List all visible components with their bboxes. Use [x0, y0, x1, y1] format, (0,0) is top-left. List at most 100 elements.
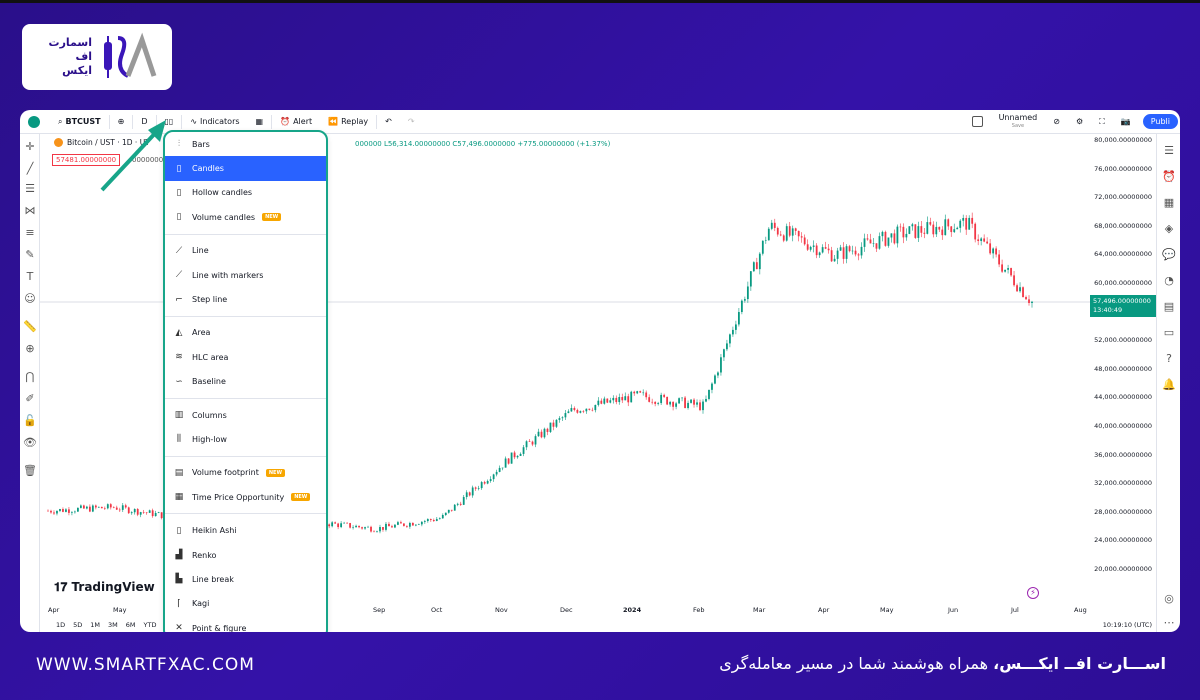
notes-icon[interactable]: ▭: [1162, 326, 1176, 340]
menu-item-renko[interactable]: ▟ Renko: [165, 543, 326, 567]
candle: [82, 504, 85, 509]
candle: [74, 510, 76, 514]
candle: [833, 255, 836, 262]
watchlist-icon[interactable]: ☰: [1162, 144, 1176, 158]
help-icon[interactable]: ?: [1162, 352, 1176, 366]
layers-icon[interactable]: ◈: [1162, 222, 1176, 236]
candle: [489, 476, 492, 483]
trend-line-icon[interactable]: ╱: [23, 162, 37, 176]
notifications-icon[interactable]: 🔔: [1162, 378, 1176, 392]
menu-item-heikin-ashi[interactable]: ▯ Heikin Ashi: [165, 518, 326, 542]
redo-button[interactable]: ↷: [400, 110, 423, 134]
bitcoin-icon: [54, 138, 63, 147]
candle: [1016, 283, 1018, 292]
lock-icon[interactable]: 🔓: [23, 414, 37, 428]
candle: [944, 214, 947, 236]
crosshair-icon[interactable]: ✛: [23, 140, 37, 154]
account-avatar[interactable]: [20, 110, 50, 134]
undo-button[interactable]: ↶: [377, 110, 400, 134]
menu-item-step-line[interactable]: ⌐ Step line: [165, 287, 326, 311]
range-6m[interactable]: 6M: [126, 621, 136, 629]
alerts-icon[interactable]: ⏰: [1162, 170, 1176, 184]
layout-toggle[interactable]: [964, 110, 991, 134]
menu-item-hollow-candles[interactable]: ▯ Hollow candles: [165, 181, 326, 205]
candle: [672, 401, 674, 411]
data-window-icon[interactable]: ▦: [1162, 196, 1176, 210]
candle: [678, 397, 680, 404]
menu-item-bars[interactable]: ⫶ Bars: [165, 132, 326, 156]
layout-menu[interactable]: Unnamed Save: [991, 110, 1046, 134]
horizontal-lines-icon[interactable]: ☰: [23, 182, 37, 196]
brush-icon[interactable]: ✎: [23, 248, 37, 262]
menu-item-line-markers[interactable]: ⟋ Line with markers: [165, 263, 326, 287]
candle: [749, 271, 752, 291]
candle: [576, 408, 579, 414]
chat-icon[interactable]: 💬: [1162, 248, 1176, 262]
calendar-icon[interactable]: ▤: [1162, 300, 1176, 314]
lock-drawing-icon[interactable]: ✐: [23, 392, 37, 406]
trash-icon[interactable]: 🗑: [23, 464, 37, 478]
menu-item-tpo[interactable]: ▦ Time Price Opportunity NEW: [165, 485, 326, 509]
pitchfork-icon[interactable]: ⋈: [23, 204, 37, 218]
menu-item-line[interactable]: ⟋ Line: [165, 239, 326, 263]
candle: [1004, 269, 1006, 273]
candle: [432, 518, 435, 522]
candle: [974, 222, 977, 243]
candle: [666, 396, 669, 406]
logo-line-2: اف: [75, 50, 92, 63]
candle: [914, 224, 917, 239]
more-icon[interactable]: ⋯: [1162, 616, 1176, 630]
menu-item-area[interactable]: ◭ Area: [165, 321, 326, 345]
settings-button[interactable]: ⚙: [1068, 110, 1091, 134]
candle: [486, 479, 489, 485]
ruler-icon[interactable]: 📏: [23, 320, 37, 334]
zoom-icon[interactable]: ⊕: [23, 342, 37, 356]
replay-button[interactable]: ⏪ Replay: [320, 110, 376, 134]
fib-icon[interactable]: ≡: [23, 226, 37, 240]
replay-label: Replay: [341, 117, 369, 126]
candle: [346, 522, 348, 524]
range-ytd[interactable]: YTD: [144, 621, 157, 629]
menu-item-label: Area: [192, 328, 211, 338]
support-icon[interactable]: ◎: [1162, 592, 1176, 606]
menu-item-hlc-area[interactable]: ≋ HLC area: [165, 345, 326, 369]
quick-search-button[interactable]: ⊘: [1045, 110, 1068, 134]
utc-clock[interactable]: 10:19:10 (UTC): [1103, 621, 1156, 629]
menu-item-columns[interactable]: ▥ Columns: [165, 403, 326, 427]
price-tick-label: 60,000.00000000: [1094, 279, 1152, 287]
price-axis[interactable]: 80,000.00000000 76,000.00000000 72,000.000…: [1086, 134, 1156, 614]
menu-item-candles[interactable]: ▯ Candles: [165, 156, 326, 181]
menu-item-high-low[interactable]: ⫼ High-low: [165, 427, 326, 451]
text-icon[interactable]: T: [23, 270, 37, 284]
menu-item-kagi[interactable]: ⌈ Kagi: [165, 592, 326, 616]
candle: [767, 227, 770, 241]
menu-item-volume-candles[interactable]: ▯ Volume candles NEW: [165, 205, 326, 229]
candle: [516, 455, 519, 459]
candle: [639, 390, 642, 393]
menu-item-volume-footprint[interactable]: ▤ Volume footprint NEW: [165, 461, 326, 485]
candle: [154, 510, 157, 517]
menu-item-baseline[interactable]: ∽ Baseline: [165, 370, 326, 394]
menu-item-point-figure[interactable]: ✕ Point & figure: [165, 616, 326, 632]
line-icon: ⟋: [175, 245, 183, 256]
candle: [782, 234, 785, 243]
menu-item-line-break[interactable]: ▙ Line break: [165, 567, 326, 591]
range-1m[interactable]: 1M: [90, 621, 100, 629]
eye-icon[interactable]: 👁: [23, 436, 37, 450]
new-badge: NEW: [291, 493, 311, 502]
range-5d[interactable]: 5D: [73, 621, 82, 629]
footer-tagline-rest: همراه هوشمند شما در مسیر معامله‌گری: [719, 654, 994, 673]
ideas-icon[interactable]: ◔: [1162, 274, 1176, 288]
candle: [806, 239, 809, 251]
snapshot-button[interactable]: 📷: [1113, 110, 1139, 134]
range-1d[interactable]: 1D: [56, 621, 65, 629]
lightning-icon[interactable]: ⚡: [1027, 587, 1039, 599]
range-3m[interactable]: 3M: [108, 621, 118, 629]
publish-button[interactable]: Publi: [1139, 110, 1180, 134]
current-price-value: 57,496.00000000: [1093, 297, 1151, 305]
magnet-icon[interactable]: ⋂: [23, 370, 37, 384]
candle: [456, 502, 459, 507]
fullscreen-button[interactable]: ⛶: [1091, 110, 1113, 134]
candle: [878, 232, 881, 250]
emoji-icon[interactable]: ☺: [23, 292, 37, 306]
